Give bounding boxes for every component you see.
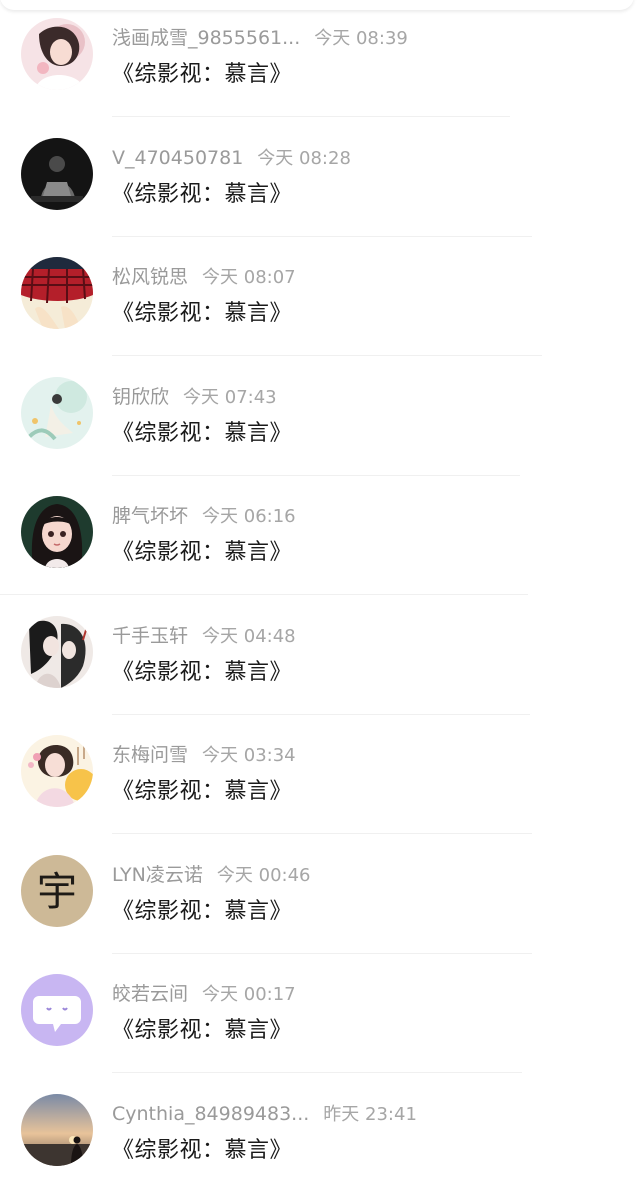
divider bbox=[112, 952, 532, 954]
timestamp: 今天 04:48 bbox=[202, 625, 296, 647]
avatar[interactable] bbox=[21, 376, 93, 449]
list-item[interactable]: Cynthia_84989483... 昨天 23:41 《综影视：慕言》 bbox=[0, 1076, 640, 1196]
comment-title[interactable]: 《综影视：慕言》 bbox=[112, 60, 292, 90]
comment-meta: 脾气坏坏 今天 06:16 bbox=[112, 504, 296, 529]
comment-meta: 皎若云间 今天 00:17 bbox=[112, 982, 296, 1007]
list-item[interactable]: V_470450781 今天 08:28 《综影视：慕言》 bbox=[0, 120, 640, 240]
comment-meta: V_470450781 今天 08:28 bbox=[112, 146, 351, 171]
comment-title[interactable]: 《综影视：慕言》 bbox=[112, 299, 292, 329]
divider bbox=[112, 713, 530, 715]
comment-title[interactable]: 《综影视：慕言》 bbox=[112, 658, 292, 688]
timestamp: 今天 06:16 bbox=[202, 506, 296, 527]
avatar[interactable]: 宇 bbox=[21, 854, 93, 927]
username[interactable]: 千手玉轩 bbox=[112, 625, 188, 647]
comment-meta: 千手玉轩 今天 04:48 bbox=[112, 624, 296, 649]
divider bbox=[112, 355, 542, 356]
username[interactable]: 钥欣欣 bbox=[112, 386, 169, 408]
timestamp: 今天 00:46 bbox=[216, 864, 311, 886]
list-item[interactable]: 钥欣欣 今天 07:43 《综影视：慕言》 bbox=[0, 359, 640, 479]
comment-title[interactable]: 《综影视：慕言》 bbox=[112, 1136, 292, 1166]
timestamp: 今天 08:39 bbox=[314, 28, 408, 49]
username[interactable]: 东梅问雪 bbox=[112, 744, 188, 766]
divider bbox=[0, 594, 528, 595]
comment-title[interactable]: 《综影视：慕言》 bbox=[112, 180, 292, 210]
comment-title[interactable]: 《综影视：慕言》 bbox=[112, 1016, 292, 1046]
divider bbox=[112, 474, 520, 476]
timestamp: 今天 00:17 bbox=[202, 984, 296, 1005]
username[interactable]: V_470450781 bbox=[112, 147, 243, 169]
timestamp: 今天 07:43 bbox=[183, 386, 277, 408]
avatar[interactable] bbox=[21, 257, 93, 329]
avatar[interactable] bbox=[21, 1093, 93, 1166]
list-item[interactable]: 松风锐思 今天 08:07 《综影视：慕言》 bbox=[0, 239, 640, 359]
avatar[interactable] bbox=[21, 18, 93, 90]
list-item[interactable]: 东梅问雪 今天 03:34 《综影视：慕言》 bbox=[0, 717, 640, 837]
comment-title[interactable]: 《综影视：慕言》 bbox=[112, 897, 292, 927]
username[interactable]: Cynthia_84989483... bbox=[112, 1103, 309, 1125]
list-item[interactable]: 皎若云间 今天 00:17 《综影视：慕言》 bbox=[0, 956, 640, 1076]
list-item[interactable]: 宇 LYN凌云诺 今天 00:46 《综影视：慕言》 bbox=[0, 837, 640, 957]
comment-title[interactable]: 《综影视：慕言》 bbox=[112, 777, 292, 807]
timestamp: 今天 08:07 bbox=[202, 267, 296, 288]
avatar[interactable] bbox=[21, 974, 93, 1046]
list-item[interactable]: 脾气坏坏 今天 06:16 《综影视：慕言》 bbox=[0, 478, 640, 598]
comment-meta: 浅画成雪_9855561... 今天 08:39 bbox=[112, 26, 408, 51]
comment-meta: LYN凌云诺 今天 00:46 bbox=[112, 863, 311, 888]
avatar[interactable] bbox=[21, 137, 93, 210]
avatar-glyph: 宇 bbox=[37, 869, 77, 915]
timestamp: 昨天 23:41 bbox=[323, 1103, 417, 1125]
comment-meta: 钥欣欣 今天 07:43 bbox=[112, 385, 277, 410]
comment-meta: 东梅问雪 今天 03:34 bbox=[112, 743, 296, 768]
username[interactable]: LYN凌云诺 bbox=[112, 864, 203, 886]
divider bbox=[112, 235, 532, 237]
timestamp: 今天 08:28 bbox=[257, 147, 351, 169]
comment-title[interactable]: 《综影视：慕言》 bbox=[112, 538, 292, 568]
comment-meta: 松风锐思 今天 08:07 bbox=[112, 265, 296, 290]
divider bbox=[112, 833, 532, 834]
divider bbox=[112, 116, 510, 117]
timestamp: 今天 03:34 bbox=[202, 745, 296, 766]
username[interactable]: 皎若云间 bbox=[112, 983, 188, 1005]
comment-title[interactable]: 《综影视：慕言》 bbox=[112, 419, 292, 449]
username[interactable]: 浅画成雪_9855561... bbox=[112, 27, 300, 49]
avatar[interactable] bbox=[21, 615, 93, 688]
username[interactable]: 脾气坏坏 bbox=[112, 505, 188, 527]
list-item[interactable]: 千手玉轩 今天 04:48 《综影视：慕言》 bbox=[0, 598, 640, 718]
divider bbox=[112, 1072, 522, 1073]
avatar[interactable] bbox=[21, 735, 93, 807]
username[interactable]: 松风锐思 bbox=[112, 266, 188, 288]
comment-meta: Cynthia_84989483... 昨天 23:41 bbox=[112, 1102, 417, 1127]
avatar[interactable] bbox=[21, 496, 93, 568]
list-item[interactable]: 浅画成雪_9855561... 今天 08:39 《综影视：慕言》 bbox=[0, 0, 640, 120]
chat-bubble-icon bbox=[21, 974, 93, 1046]
